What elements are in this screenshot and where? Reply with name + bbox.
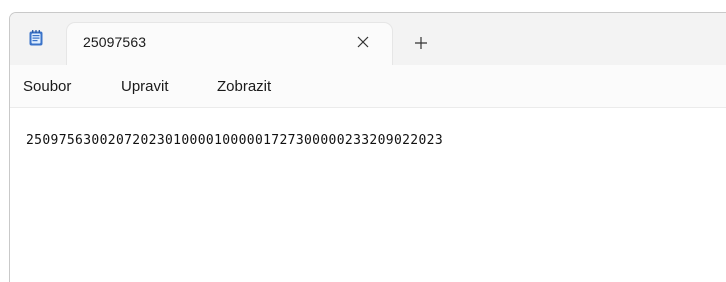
- title-bar: 25097563: [10, 13, 726, 65]
- menu-file[interactable]: Soubor: [23, 78, 71, 95]
- menu-edit[interactable]: Upravit: [121, 78, 169, 95]
- plus-icon[interactable]: [412, 34, 430, 52]
- text-editor-area[interactable]: 2509756300207202301000010000017273000002…: [10, 108, 726, 282]
- tab-title: 25097563: [83, 34, 147, 50]
- notepad-window: 25097563 Soubor Upravit Zobrazit 2509756…: [9, 12, 726, 282]
- close-icon[interactable]: [354, 33, 372, 51]
- editor-content: 2509756300207202301000010000017273000002…: [26, 133, 444, 148]
- tab-document[interactable]: 25097563: [67, 23, 392, 65]
- menu-bar: Soubor Upravit Zobrazit: [10, 65, 726, 108]
- notepad-icon: [29, 30, 43, 46]
- menu-view[interactable]: Zobrazit: [217, 78, 271, 95]
